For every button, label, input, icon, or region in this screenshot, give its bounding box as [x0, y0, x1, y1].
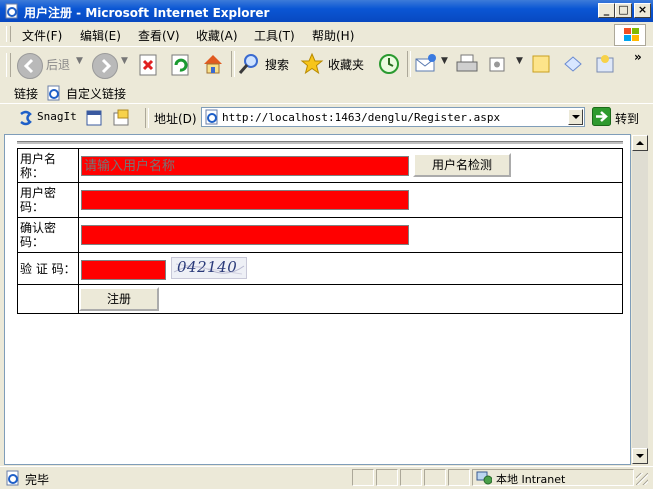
go-arrow-icon[interactable] — [592, 107, 611, 126]
ie-status-icon — [6, 470, 19, 486]
address-dropdown-icon[interactable] — [568, 109, 583, 125]
print-icon[interactable] — [455, 53, 479, 75]
links-label: 链接 — [14, 87, 39, 101]
menu-help[interactable]: 帮助(H) — [312, 27, 354, 44]
menu-file[interactable]: 文件(F) — [22, 27, 62, 44]
snagit-icon[interactable] — [18, 110, 34, 126]
search-icon[interactable] — [237, 52, 261, 76]
forward-icon[interactable] — [92, 53, 118, 79]
custom-link[interactable]: 自定义链接 — [66, 85, 126, 102]
password-input[interactable] — [81, 190, 409, 210]
discuss-icon[interactable] — [530, 53, 552, 75]
snagit-capture-icon[interactable] — [112, 109, 130, 127]
page-viewport: 用户名 称： 用户名检测 用户密 码： 确认密 码： — [4, 134, 631, 465]
zone-label: 本地 Intranet — [496, 473, 566, 486]
resize-grip[interactable] — [636, 473, 648, 485]
confirm-password-label: 确认密 — [20, 221, 57, 235]
address-url: http://localhost:1463/denglu/Register.as… — [222, 111, 501, 124]
home-icon[interactable] — [201, 52, 225, 76]
history-icon[interactable] — [377, 52, 401, 76]
security-zone: 本地 Intranet — [472, 469, 634, 486]
stop-icon[interactable] — [138, 54, 160, 76]
links-bar: 链接 自定义链接 — [0, 83, 653, 104]
password-label-cell: 用户密 码： — [17, 182, 79, 218]
address-label: 地址(D) — [154, 112, 197, 126]
check-username-button[interactable]: 用户名检测 — [413, 153, 511, 177]
captcha-text: 042140 — [177, 258, 238, 276]
back-label[interactable]: 后退 — [46, 56, 70, 73]
address-input[interactable]: http://localhost:1463/denglu/Register.as… — [201, 107, 585, 127]
vertical-scrollbar[interactable] — [631, 134, 649, 465]
scroll-up-icon[interactable] — [632, 135, 648, 151]
menu-edit[interactable]: 编辑(E) — [80, 27, 121, 44]
messenger-icon[interactable] — [561, 53, 585, 75]
scroll-down-icon[interactable] — [632, 448, 648, 464]
mail-icon[interactable] — [414, 53, 438, 75]
maximize-button[interactable]: □ — [615, 3, 632, 18]
menu-grip — [6, 26, 11, 42]
status-text: 完毕 — [25, 473, 50, 487]
register-button[interactable]: 注册 — [79, 287, 159, 311]
favorites-icon[interactable] — [300, 52, 324, 76]
toolbar-overflow-icon[interactable]: » — [634, 50, 642, 64]
captcha-label: 验 证 码： — [20, 261, 76, 276]
register-form-table: 用户名 称： 用户名检测 用户密 码： 确认密 码： — [17, 148, 623, 314]
snagit-label[interactable]: SnagIt — [37, 110, 77, 123]
ie-page-icon — [205, 109, 218, 125]
search-label[interactable]: 搜索 — [265, 56, 289, 73]
username-label-cell: 用户名 称： — [17, 148, 79, 183]
minimize-button[interactable]: _ — [598, 3, 615, 18]
captcha-image[interactable]: 042140 — [171, 257, 247, 279]
username-input[interactable] — [81, 156, 409, 176]
ie-link-icon — [47, 85, 60, 101]
intranet-zone-icon — [476, 471, 492, 485]
forward-dropdown-icon[interactable]: ▼ — [121, 56, 128, 66]
standard-toolbar: 后退 ▼ ▼ 搜索 收藏夹 ▼ ▼ » — [0, 47, 653, 84]
ie-page-icon — [5, 3, 18, 19]
captcha-label-cell: 验 证 码： — [17, 252, 79, 285]
back-dropdown-icon[interactable]: ▼ — [76, 56, 83, 66]
close-button[interactable]: × — [634, 3, 651, 18]
horizontal-rule — [17, 141, 623, 145]
windows-logo-icon — [614, 24, 646, 46]
window-title: 用户注册 - Microsoft Internet Explorer — [24, 6, 270, 20]
research-icon[interactable] — [593, 52, 617, 76]
confirm-password-input[interactable] — [81, 225, 409, 245]
refresh-icon[interactable] — [170, 54, 192, 76]
title-bar: 用户注册 - Microsoft Internet Explorer _ □ × — [0, 0, 653, 22]
favorites-label[interactable]: 收藏夹 — [328, 56, 364, 73]
password-label: 用户密 — [20, 186, 57, 200]
edit-icon[interactable] — [488, 55, 508, 75]
status-bar: 完毕 本地 Intranet — [0, 466, 653, 489]
menu-bar: 文件(F) 编辑(E) 查看(V) 收藏(A) 工具(T) 帮助(H) — [0, 22, 653, 47]
back-icon[interactable] — [17, 53, 43, 79]
go-button[interactable]: 转到 — [615, 110, 639, 127]
username-label: 用户名 — [20, 151, 57, 166]
menu-tools[interactable]: 工具(T) — [254, 27, 295, 44]
captcha-input[interactable] — [81, 260, 166, 280]
menu-view[interactable]: 查看(V) — [138, 27, 180, 44]
mail-dropdown-icon[interactable]: ▼ — [441, 56, 448, 66]
snagit-window-icon[interactable] — [85, 109, 103, 127]
menu-favorites[interactable]: 收藏(A) — [196, 27, 238, 44]
confirm-label-cell: 确认密 码： — [17, 217, 79, 253]
edit-dropdown-icon[interactable]: ▼ — [516, 56, 523, 66]
